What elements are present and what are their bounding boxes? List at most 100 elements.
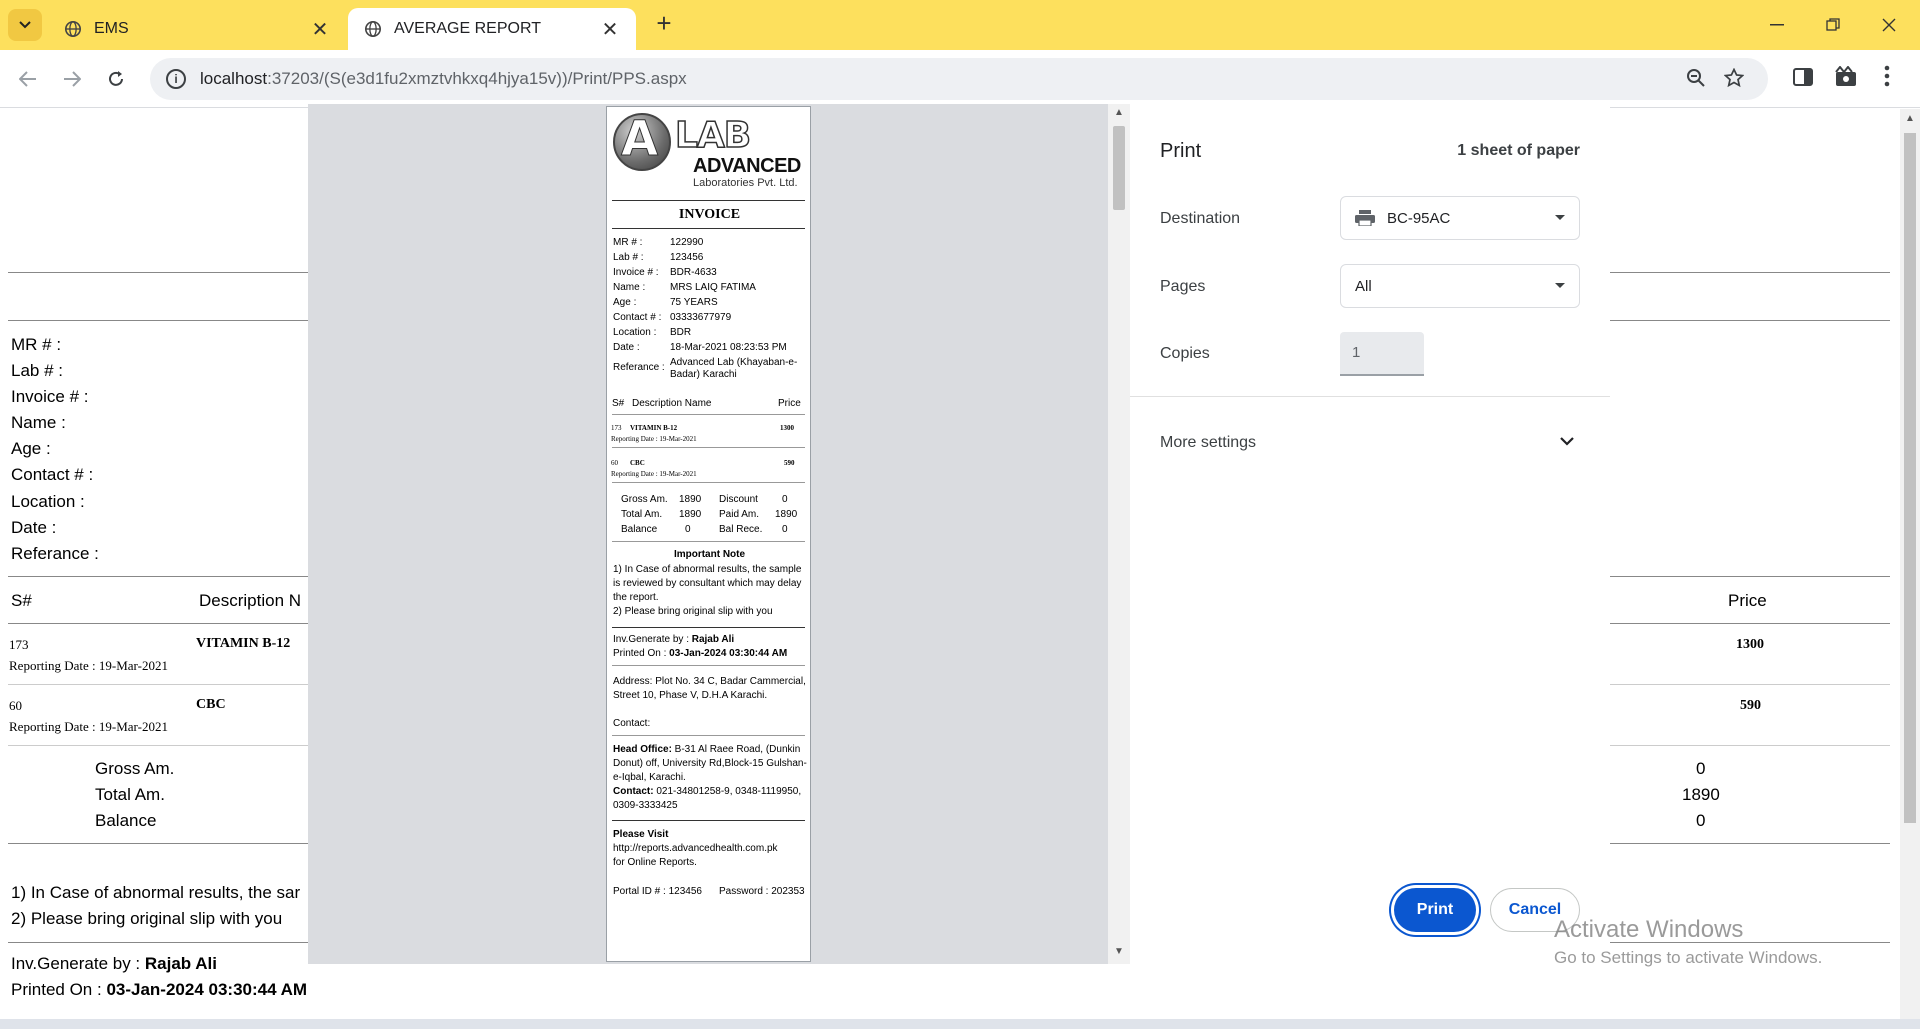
row-reporting-date: Reporting Date : 19-Mar-2021: [9, 658, 168, 673]
preview-scrollbar[interactable]: ▲ ▼: [1108, 104, 1130, 964]
bookmark-star-icon[interactable]: [1723, 67, 1745, 94]
logo-lab-text: LAB: [674, 114, 752, 157]
divider: [612, 482, 805, 483]
receipt-header-price: Price: [778, 398, 801, 409]
generated-by-value: Rajab Ali: [144, 954, 217, 973]
globe-icon: [64, 20, 82, 38]
summary-balance-value: 0: [1696, 811, 1706, 830]
reload-button[interactable]: [100, 63, 132, 95]
preview-scroll-thumb[interactable]: [1113, 126, 1125, 210]
logo-letter: A: [620, 111, 659, 168]
label-mr: MR # :: [11, 335, 62, 354]
dropdown-caret-icon: [1555, 283, 1565, 288]
bottom-strip: [0, 1019, 1920, 1029]
note-line: 2) Please bring original slip with you: [11, 909, 283, 928]
field-key: Referance :: [613, 362, 665, 373]
field-value: BDR-4633: [670, 267, 717, 278]
field-value: 18-Mar-2021 08:23:53 PM: [670, 342, 787, 353]
arrow-right-icon: [64, 71, 81, 87]
close-icon: [1882, 18, 1896, 32]
copies-input[interactable]: 1: [1340, 332, 1424, 376]
page-scroll-thumb[interactable]: [1904, 133, 1916, 823]
destination-select[interactable]: BC-95AC: [1340, 196, 1580, 240]
tab-average-report[interactable]: AVERAGE REPORT ✕: [348, 8, 636, 50]
url-text: localhost:37203/(S(e3d1fu2xmztvhkxq4hjya…: [200, 69, 687, 89]
total-value: 0: [782, 494, 788, 505]
tab-search-button[interactable]: [8, 9, 42, 41]
extension-icon[interactable]: [1834, 65, 1858, 93]
total-value: 0: [685, 524, 691, 535]
chevron-down-icon: [19, 21, 31, 29]
receipt-header-sno: S#: [612, 398, 625, 409]
close-tab-icon[interactable]: ✕: [600, 17, 620, 42]
new-tab-button[interactable]: +: [650, 10, 678, 38]
divider: [612, 447, 805, 448]
total-value: 1890: [679, 509, 702, 520]
arrow-left-icon: [19, 71, 36, 87]
row-price: 1300: [1736, 637, 1764, 652]
divider: [612, 665, 805, 666]
summary-total-value: 1890: [1682, 785, 1720, 804]
tab-title: AVERAGE REPORT: [394, 20, 541, 37]
summary-gross-label: Gross Am.: [95, 759, 175, 778]
divider: [612, 414, 805, 415]
total-key: Discount: [719, 494, 758, 505]
field-value: 123456: [670, 252, 704, 263]
field-key: Age :: [613, 297, 637, 308]
zoom-icon[interactable]: [1686, 68, 1706, 94]
sheet-count: 1 sheet of paper: [1457, 142, 1580, 159]
total-key: Bal Rece.: [719, 524, 763, 535]
field-value: MRS LAIQ FATIMA: [670, 282, 756, 293]
site-info-icon[interactable]: i: [166, 69, 186, 89]
destination-label: Destination: [1160, 210, 1241, 227]
label-age: Age :: [11, 439, 51, 458]
header-description: Description N: [199, 591, 302, 610]
back-button[interactable]: [12, 63, 44, 95]
minimize-icon: [1770, 24, 1784, 26]
print-button[interactable]: Print: [1394, 888, 1476, 932]
divider: [612, 820, 805, 821]
page-scrollbar[interactable]: ▲: [1900, 109, 1920, 1019]
total-value: 0: [782, 524, 788, 535]
browser-toolbar: i localhost:37203/(S(e3d1fu2xmztvhkxq4hj…: [0, 50, 1920, 108]
row-test: VITAMIN B-12: [630, 424, 678, 432]
field-key: Invoice # :: [613, 267, 659, 278]
total-key: Paid Am.: [719, 509, 760, 520]
pages-value: All: [1355, 277, 1372, 295]
logo-subtitle: Laboratories Pvt. Ltd.: [693, 177, 798, 189]
watermark-line2: Go to Settings to activate Windows.: [1554, 948, 1823, 967]
dropdown-caret-icon: [1555, 215, 1565, 220]
printer-icon: [1355, 210, 1375, 226]
pages-select[interactable]: All: [1340, 264, 1580, 308]
row-price: 1300: [780, 424, 794, 432]
ho-contact-label: Contact:: [613, 786, 654, 797]
side-panel-icon[interactable]: [1792, 66, 1814, 93]
close-window-button[interactable]: [1866, 10, 1912, 40]
chevron-down-icon[interactable]: [1556, 430, 1578, 452]
print-preview-page: A LAB ADVANCED Laboratories Pvt. Ltd. IN…: [606, 106, 811, 962]
divider: [612, 541, 805, 542]
minimize-button[interactable]: [1754, 10, 1800, 40]
total-key: Balance: [621, 524, 658, 535]
row-sno: 60: [9, 698, 22, 713]
more-settings-toggle[interactable]: More settings: [1160, 434, 1256, 452]
tab-ems[interactable]: EMS ✕: [48, 8, 346, 50]
row-test: CBC: [196, 697, 226, 712]
row-test: CBC: [630, 459, 645, 467]
header-price: Price: [1728, 591, 1767, 610]
close-tab-icon[interactable]: ✕: [310, 17, 330, 42]
address-bar[interactable]: i localhost:37203/(S(e3d1fu2xmztvhkxq4hj…: [150, 58, 1768, 100]
restore-button[interactable]: [1810, 10, 1856, 40]
divider: [612, 735, 805, 736]
menu-dots-icon[interactable]: [1884, 64, 1890, 93]
label-name: Name :: [11, 413, 66, 432]
generated-by-value: Rajab Ali: [691, 634, 735, 645]
globe-icon: [364, 20, 382, 38]
total-value: 1890: [775, 509, 798, 520]
forward-button[interactable]: [56, 63, 88, 95]
total-key: Total Am.: [621, 509, 663, 520]
generated-by: Inv.Generate by : Rajab Ali: [613, 633, 809, 647]
pages-label: Pages: [1160, 278, 1206, 295]
row-price: 590: [1740, 698, 1761, 713]
row-reporting-date: Reporting Date : 19-Mar-2021: [9, 719, 168, 734]
